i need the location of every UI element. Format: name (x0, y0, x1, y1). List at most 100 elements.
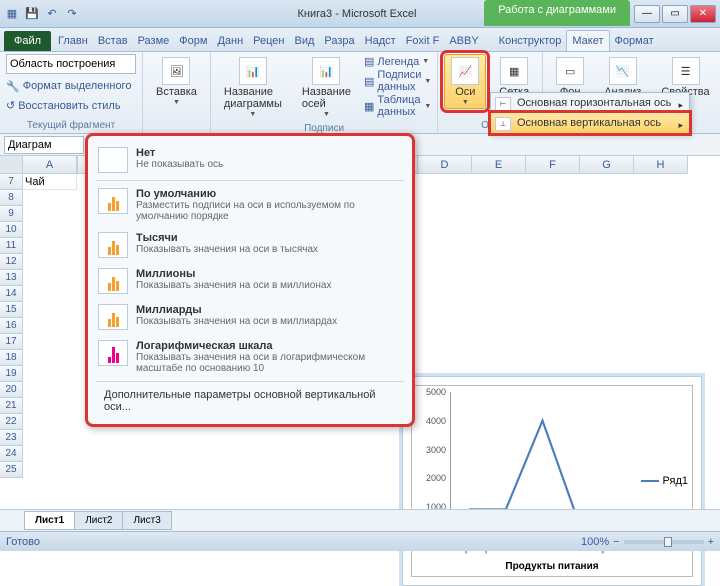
row-header[interactable]: 17 (0, 334, 23, 350)
opt-more-options[interactable]: Дополнительные параметры основной вертик… (88, 384, 412, 418)
sheet-tab[interactable]: Лист3 (122, 511, 171, 530)
group-current-fragment: Текущий фрагмент (6, 120, 136, 131)
maximize-button[interactable]: ▭ (662, 5, 688, 23)
row-header[interactable]: 23 (0, 430, 23, 446)
row-header[interactable]: 20 (0, 382, 23, 398)
col-header[interactable]: G (580, 156, 634, 174)
reset-style-button[interactable]: ↺ Восстановить стиль (6, 99, 136, 112)
vertical-axis-submenu: НетНе показывать ось По умолчаниюРазмест… (85, 133, 415, 427)
analysis-icon: 📉 (609, 57, 637, 85)
tab-home[interactable]: Главн (53, 31, 93, 51)
redo-icon[interactable]: ↷ (64, 6, 80, 22)
h-axis-icon: ⊢ (495, 97, 511, 111)
default-icon (98, 188, 128, 214)
sheet-tab[interactable]: Лист1 (24, 511, 75, 530)
undo-icon[interactable]: ↶ (44, 6, 60, 22)
opt-default[interactable]: По умолчаниюРазместить подписи на оси в … (88, 183, 412, 227)
tab-review[interactable]: Рецен (248, 31, 289, 51)
sheet-tabs: Лист1 Лист2 Лист3 (0, 509, 720, 531)
excel-icon: ▦ (4, 6, 20, 22)
tab-foxit[interactable]: Foxit F (401, 31, 445, 51)
context-tab-label: Работа с диаграммами (484, 0, 630, 26)
opt-log[interactable]: Логарифмическая шкалаПоказывать значения… (88, 335, 412, 379)
tab-format[interactable]: Формат (610, 31, 659, 51)
tab-pagelayout[interactable]: Разме (133, 31, 175, 51)
row-header[interactable]: 11 (0, 238, 23, 254)
log-icon (98, 340, 128, 366)
row-header[interactable]: 8 (0, 190, 23, 206)
ribbon-tabs: Файл Главн Встав Разме Форм Данн Рецен В… (0, 28, 720, 52)
status-text: Готово (6, 536, 40, 548)
tab-view[interactable]: Вид (290, 31, 320, 51)
row-header[interactable]: 7 (0, 174, 23, 190)
data-table-button[interactable]: ▦ Таблица данных ▼ (364, 94, 431, 118)
opt-none[interactable]: НетНе показывать ось (88, 142, 412, 178)
row-header[interactable]: 14 (0, 286, 23, 302)
close-button[interactable]: ✕ (690, 5, 716, 23)
picture-icon: 🖼 (162, 57, 190, 85)
zoom-level: 100% (581, 536, 609, 548)
col-header[interactable]: F (526, 156, 580, 174)
row-header[interactable]: 18 (0, 350, 23, 366)
axes-dropdown-menu: ⊢Основная горизонтальная ось▸ ⊥Основная … (490, 92, 690, 134)
sheet-tab[interactable]: Лист2 (74, 511, 123, 530)
tab-layout[interactable]: Макет (566, 30, 609, 51)
insert-button[interactable]: 🖼Вставка▼ (149, 54, 204, 109)
row-header[interactable]: 12 (0, 254, 23, 270)
zoom-out-button[interactable]: − (613, 536, 619, 548)
col-header[interactable]: E (472, 156, 526, 174)
tab-developer[interactable]: Разра (319, 31, 359, 51)
row-header[interactable]: 21 (0, 398, 23, 414)
tab-design[interactable]: Конструктор (494, 31, 567, 51)
row-header[interactable]: 24 (0, 446, 23, 462)
menu-vertical-axis[interactable]: ⊥Основная вертикальная ось▸ (490, 112, 690, 134)
menu-horizontal-axis[interactable]: ⊢Основная горизонтальная ось▸ (491, 93, 689, 113)
data-labels-button[interactable]: ▤ Подписи данных ▼ (364, 69, 431, 93)
row-header[interactable]: 13 (0, 270, 23, 286)
row-header[interactable]: 19 (0, 366, 23, 382)
zoom-slider[interactable] (624, 540, 704, 544)
legend-line-icon (641, 480, 659, 482)
none-icon (98, 147, 128, 173)
x-axis-title: Продукты питания (412, 561, 692, 572)
tab-formulas[interactable]: Форм (174, 31, 212, 51)
properties-icon: ☰ (672, 57, 700, 85)
billions-icon (98, 304, 128, 330)
row-header[interactable]: 9 (0, 206, 23, 222)
zoom-in-button[interactable]: + (708, 536, 714, 548)
opt-millions[interactable]: МиллионыПоказывать значения на оси в мил… (88, 263, 412, 299)
row-header[interactable]: 10 (0, 222, 23, 238)
file-tab[interactable]: Файл (4, 31, 51, 51)
chart-title-icon: 📊 (239, 57, 267, 85)
name-box[interactable]: Диаграм (4, 136, 84, 154)
save-icon[interactable]: 💾 (24, 6, 40, 22)
opt-thousands[interactable]: ТысячиПоказывать значения на оси в тысяч… (88, 227, 412, 263)
cell[interactable]: Чай (23, 174, 77, 190)
axis-title-icon: 📊 (312, 57, 340, 85)
row-header[interactable]: 22 (0, 414, 23, 430)
col-header[interactable]: H (634, 156, 688, 174)
row-header[interactable]: 25 (0, 462, 23, 478)
format-selection-button[interactable]: 🔧 Формат выделенного (6, 80, 136, 93)
title-bar: ▦ 💾 ↶ ↷ Книга3 - Microsoft Excel Работа … (0, 0, 720, 28)
chart-element-selector[interactable]: Область построения (6, 54, 136, 74)
tab-insert[interactable]: Встав (93, 31, 133, 51)
axes-button[interactable]: 📈Оси▼ (444, 54, 486, 109)
tab-data[interactable]: Данн (212, 31, 248, 51)
status-bar: Готово 100% − + (0, 531, 720, 551)
col-header[interactable]: A (23, 156, 77, 174)
legend-button[interactable]: ▤ Легенда ▼ (364, 55, 431, 68)
chart-legend[interactable]: Ряд1 (641, 475, 688, 487)
row-header[interactable]: 15 (0, 302, 23, 318)
opt-billions[interactable]: МиллиардыПоказывать значения на оси в ми… (88, 299, 412, 335)
tab-abbyy[interactable]: ABBY (444, 31, 483, 51)
col-header[interactable]: D (418, 156, 472, 174)
select-all-corner[interactable] (0, 156, 23, 174)
axis-titles-button[interactable]: 📊Название осей▼ (295, 54, 358, 121)
embedded-chart[interactable]: 010002000300040005000 КартофельРыбаМясоС… (402, 376, 702, 586)
chart-title-button[interactable]: 📊Название диаграммы▼ (217, 54, 289, 121)
row-header[interactable]: 16 (0, 318, 23, 334)
tab-addins[interactable]: Надст (360, 31, 401, 51)
minimize-button[interactable]: — (634, 5, 660, 23)
v-axis-icon: ⊥ (495, 117, 511, 131)
